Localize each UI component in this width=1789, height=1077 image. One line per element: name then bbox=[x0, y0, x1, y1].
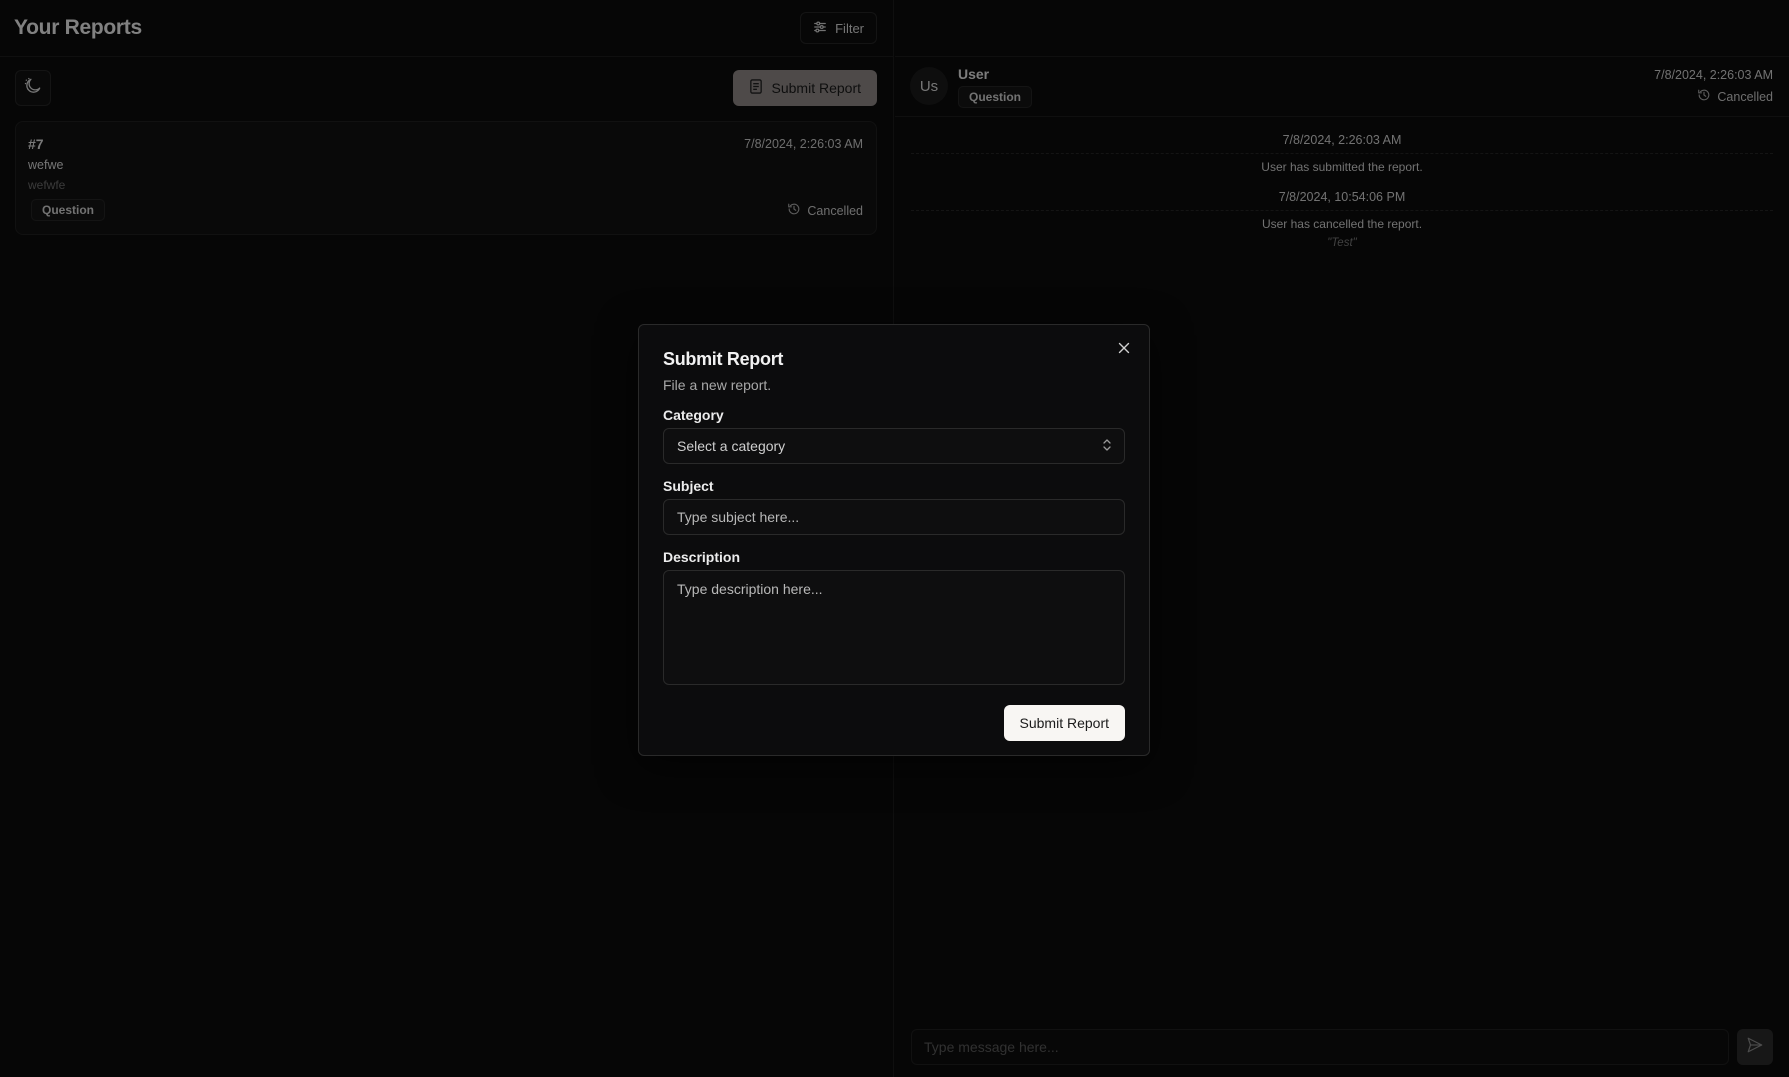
description-textarea[interactable] bbox=[663, 570, 1125, 685]
description-label: Description bbox=[663, 549, 741, 565]
chevron-up-down-icon bbox=[1102, 438, 1112, 455]
dialog-title: Submit Report bbox=[663, 349, 784, 369]
subject-input[interactable] bbox=[663, 499, 1125, 535]
dialog-actions: Submit Report bbox=[663, 705, 1125, 741]
app-root: Your Reports Filter Submit Report #7 7/8… bbox=[0, 0, 1789, 1077]
dialog-subtitle: File a new report. bbox=[663, 377, 772, 393]
category-label: Category bbox=[663, 407, 724, 423]
category-select-value: Select a category bbox=[677, 438, 786, 454]
close-icon bbox=[1118, 341, 1130, 359]
submit-report-dialog: Submit Report File a new report. Categor… bbox=[638, 324, 1150, 756]
dialog-submit-button[interactable]: Submit Report bbox=[1003, 705, 1125, 741]
category-select[interactable]: Select a category bbox=[663, 428, 1125, 464]
close-button[interactable] bbox=[1115, 341, 1133, 359]
subject-label: Subject bbox=[663, 478, 714, 494]
